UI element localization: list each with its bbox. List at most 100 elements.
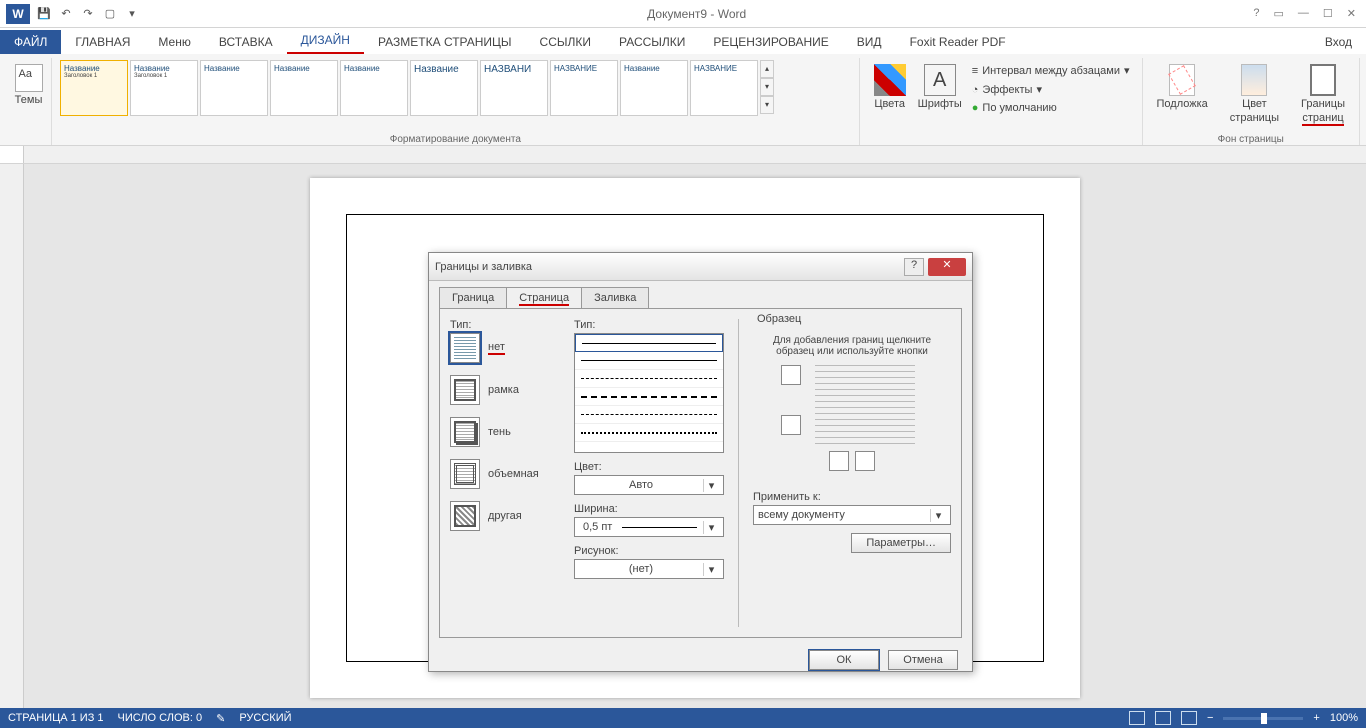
window-title: Документ9 - Word — [140, 7, 1253, 21]
setting-box[interactable]: рамка — [450, 375, 560, 405]
style-column: Тип: Цвет: Авто▾ Ширина: 0,5 пт▾ Рисунок… — [574, 319, 724, 627]
new-doc-icon[interactable]: ▢ — [102, 6, 118, 22]
login-link[interactable]: Вход — [1311, 30, 1366, 54]
web-layout-icon[interactable] — [1181, 711, 1197, 725]
page-borders-button[interactable]: Границыстраниц — [1295, 60, 1351, 130]
tab-home[interactable]: ГЛАВНАЯ — [61, 30, 144, 54]
gallery-item[interactable]: Название — [410, 60, 478, 116]
horizontal-ruler[interactable] — [24, 146, 1366, 163]
spacing-icon: ≡ — [972, 65, 978, 77]
gallery-item[interactable]: Название — [270, 60, 338, 116]
gallery-item[interactable]: Название — [620, 60, 688, 116]
help-icon[interactable]: ? — [1253, 7, 1259, 20]
tab-mailings[interactable]: РАССЫЛКИ — [605, 30, 699, 54]
gallery-item[interactable]: Название — [200, 60, 268, 116]
set-default-button[interactable]: ●По умолчанию — [972, 102, 1130, 114]
apply-label: Применить к: — [753, 491, 951, 503]
zoom-in-icon[interactable]: + — [1313, 712, 1319, 724]
themes-label: Темы — [15, 94, 43, 106]
setting-custom[interactable]: другая — [450, 501, 560, 531]
dialog-tab-page[interactable]: Страница — [506, 287, 582, 308]
right-edge-button[interactable] — [855, 451, 875, 471]
zoom-slider[interactable] — [1223, 717, 1303, 720]
bottom-edge-button[interactable] — [781, 415, 801, 435]
group-page-background: Подложка Цветстраницы Границыстраниц Фон… — [1143, 58, 1360, 145]
left-edge-button[interactable] — [829, 451, 849, 471]
dialog-footer: ОК Отмена — [429, 644, 972, 676]
qat-dropdown-icon[interactable]: ▾ — [124, 6, 140, 22]
preview-page[interactable] — [815, 365, 915, 445]
dialog-tab-border[interactable]: Граница — [439, 287, 507, 308]
gallery-item[interactable]: НазваниеЗаголовок 1 — [130, 60, 198, 116]
color-combo[interactable]: Авто▾ — [574, 475, 724, 495]
status-page[interactable]: СТРАНИЦА 1 ИЗ 1 — [8, 712, 104, 724]
dialog-titlebar[interactable]: Границы и заливка ? ✕ — [429, 253, 972, 281]
zoom-out-icon[interactable]: − — [1207, 712, 1213, 724]
tab-foxit[interactable]: Foxit Reader PDF — [896, 30, 1020, 54]
ribbon: Темы НазваниеЗаголовок 1 НазваниеЗаголов… — [0, 54, 1366, 146]
effects-button[interactable]: ◔Эффекты▾ — [972, 83, 1130, 96]
gallery-scroll[interactable]: ▴▾▾ — [760, 60, 774, 116]
top-edge-button[interactable] — [781, 365, 801, 385]
line-style-list[interactable] — [574, 333, 724, 453]
cancel-button[interactable]: Отмена — [888, 650, 958, 670]
style-gallery[interactable]: НазваниеЗаголовок 1 НазваниеЗаголовок 1 … — [60, 60, 851, 116]
colors-button[interactable]: Цвета — [868, 60, 912, 118]
fonts-button[interactable]: AШрифты — [912, 60, 968, 118]
tab-file[interactable]: ФАЙЛ — [0, 30, 61, 54]
setting-label: Тип: — [450, 319, 560, 331]
width-combo[interactable]: 0,5 пт▾ — [574, 517, 724, 537]
close-icon[interactable]: ✕ — [1347, 7, 1356, 20]
preview-label: Образец — [753, 313, 805, 325]
dialog-tabs: Граница Страница Заливка — [429, 281, 972, 308]
options-button[interactable]: Параметры… — [851, 533, 951, 553]
tab-review[interactable]: РЕЦЕНЗИРОВАНИЕ — [699, 30, 842, 54]
titlebar: W 💾 ↶ ↷ ▢ ▾ Документ9 - Word ? ▭ — ☐ ✕ — [0, 0, 1366, 28]
dialog-close-icon[interactable]: ✕ — [928, 258, 966, 276]
preview-hint: Для добавления границ щелкните образец и… — [753, 335, 951, 357]
paragraph-spacing-button[interactable]: ≡Интервал между абзацами▾ — [972, 64, 1130, 77]
watermark-button[interactable]: Подложка — [1151, 60, 1214, 130]
gallery-item[interactable]: НАЗВАНИЕ — [550, 60, 618, 116]
read-mode-icon[interactable] — [1129, 711, 1145, 725]
print-layout-icon[interactable] — [1155, 711, 1171, 725]
art-combo[interactable]: (нет)▾ — [574, 559, 724, 579]
gallery-item[interactable]: НАЗВАНИ — [480, 60, 548, 116]
preview-column: Образец Для добавления границ щелкните о… — [738, 319, 951, 627]
tab-references[interactable]: ССЫЛКИ — [526, 30, 605, 54]
status-words[interactable]: ЧИСЛО СЛОВ: 0 — [118, 712, 203, 724]
gallery-item[interactable]: НАЗВАНИЕ — [690, 60, 758, 116]
save-icon[interactable]: 💾 — [36, 6, 52, 22]
maximize-icon[interactable]: ☐ — [1323, 7, 1333, 20]
setting-none[interactable]: нет — [450, 333, 560, 363]
vertical-ruler[interactable] — [0, 164, 24, 708]
ribbon-tabs: ФАЙЛ ГЛАВНАЯ Меню ВСТАВКА ДИЗАЙН РАЗМЕТК… — [0, 28, 1366, 54]
status-language[interactable]: РУССКИЙ — [239, 712, 291, 724]
ok-button[interactable]: ОК — [809, 650, 879, 670]
dialog-body: Тип: нет рамка тень объемная другая Тип:… — [439, 308, 962, 638]
minimize-icon[interactable]: — — [1298, 7, 1309, 20]
zoom-level[interactable]: 100% — [1330, 712, 1358, 724]
themes-icon — [15, 64, 43, 92]
themes-button[interactable]: Темы — [14, 60, 43, 110]
status-proofing-icon[interactable]: ✎ — [216, 712, 225, 725]
undo-icon[interactable]: ↶ — [58, 6, 74, 22]
page-color-button[interactable]: Цветстраницы — [1224, 60, 1285, 130]
setting-3d[interactable]: объемная — [450, 459, 560, 489]
tab-design[interactable]: ДИЗАЙН — [287, 28, 364, 54]
dialog-tab-fill[interactable]: Заливка — [581, 287, 649, 308]
dialog-help-icon[interactable]: ? — [904, 258, 924, 276]
setting-shadow[interactable]: тень — [450, 417, 560, 447]
gallery-item[interactable]: НазваниеЗаголовок 1 — [60, 60, 128, 116]
tab-view[interactable]: ВИД — [843, 30, 896, 54]
setting-column: Тип: нет рамка тень объемная другая — [450, 319, 560, 627]
tab-menu[interactable]: Меню — [144, 30, 204, 54]
tab-layout[interactable]: РАЗМЕТКА СТРАНИЦЫ — [364, 30, 526, 54]
gallery-item[interactable]: Название — [340, 60, 408, 116]
tab-insert[interactable]: ВСТАВКА — [205, 30, 287, 54]
color-label: Цвет: — [574, 461, 724, 473]
redo-icon[interactable]: ↷ — [80, 6, 96, 22]
watermark-icon — [1169, 64, 1195, 96]
ribbon-collapse-icon[interactable]: ▭ — [1274, 7, 1284, 20]
apply-combo[interactable]: всему документу▾ — [753, 505, 951, 525]
